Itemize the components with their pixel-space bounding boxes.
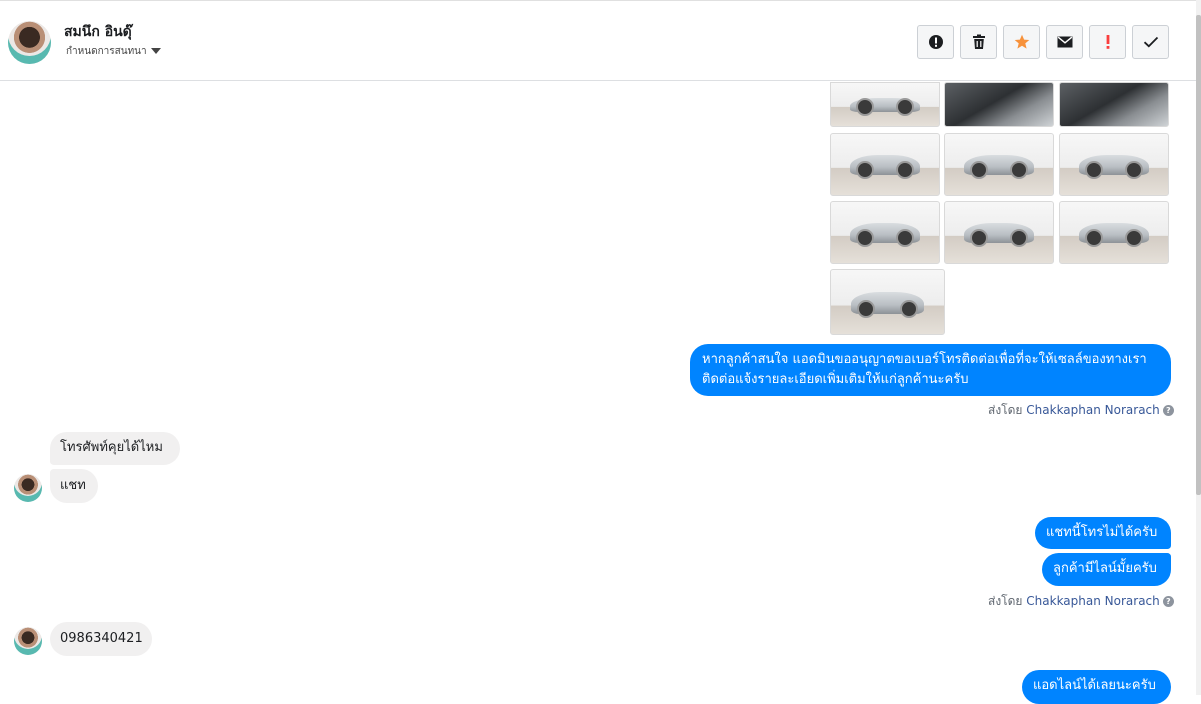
outgoing-message: ลูกค้ามีไลน์มั้ยครับ xyxy=(1042,553,1171,586)
conversation-header: สมนึก อินดุ๊ กำหนดการสนทนา xyxy=(0,0,1196,81)
schedule-label: กำหนดการสนทนา xyxy=(66,46,147,56)
car-interior-photo[interactable] xyxy=(1059,82,1169,127)
outgoing-message: แอดไลน์ได้เลยนะครับ xyxy=(1022,670,1171,704)
sent-by-prefix: ส่งโดย xyxy=(988,403,1023,417)
outgoing-message: แชทนี้โทรไม่ได้ครับ xyxy=(1035,517,1171,549)
avatar[interactable] xyxy=(14,474,42,502)
car-photo[interactable] xyxy=(1059,201,1169,264)
car-photo[interactable] xyxy=(830,201,940,264)
car-photo[interactable] xyxy=(1059,133,1169,196)
priority-button[interactable] xyxy=(1089,25,1126,59)
incoming-message: โทรศัพท์คุยได้ไหม xyxy=(50,432,180,465)
sent-by-label: ส่งโดย Chakkaphan Norarach? xyxy=(988,592,1174,611)
mark-spam-button[interactable] xyxy=(917,25,954,59)
mark-done-button[interactable] xyxy=(1132,25,1169,59)
sender-name-link[interactable]: Chakkaphan Norarach xyxy=(1026,594,1159,608)
conversation-schedule-dropdown[interactable]: กำหนดการสนทนา xyxy=(66,44,161,56)
exclamation-icon xyxy=(1106,35,1109,49)
checkmark-icon xyxy=(1143,36,1158,48)
avatar[interactable] xyxy=(8,21,51,64)
sent-by-prefix: ส่งโดย xyxy=(988,594,1023,608)
mark-unread-button[interactable] xyxy=(1046,25,1083,59)
car-photo[interactable] xyxy=(944,133,1054,196)
incoming-message: แชท xyxy=(50,469,98,503)
sender-name-link[interactable]: Chakkaphan Norarach xyxy=(1026,403,1159,417)
star-icon xyxy=(1014,34,1029,49)
help-icon[interactable]: ? xyxy=(1162,596,1174,607)
car-photo[interactable] xyxy=(830,269,945,335)
help-icon[interactable]: ? xyxy=(1162,405,1174,416)
envelope-icon xyxy=(1057,36,1072,48)
outgoing-message: หากลูกค้าสนใจ แอดมินขออนุญาตขอเบอร์โทรติ… xyxy=(690,344,1171,396)
car-interior-photo[interactable] xyxy=(944,82,1054,127)
car-photo[interactable] xyxy=(830,133,940,196)
scrollbar-thumb[interactable] xyxy=(1196,15,1201,495)
car-photo[interactable] xyxy=(830,82,940,127)
contact-name[interactable]: สมนึก อินดุ๊ xyxy=(64,21,132,43)
car-photo[interactable] xyxy=(944,201,1054,264)
avatar[interactable] xyxy=(14,627,42,655)
caret-down-icon xyxy=(150,48,161,54)
trash-icon xyxy=(972,34,985,49)
incoming-message: 0986340421 xyxy=(50,622,152,656)
star-button[interactable] xyxy=(1003,25,1040,59)
delete-button[interactable] xyxy=(960,25,997,59)
sent-by-label: ส่งโดย Chakkaphan Norarach? xyxy=(988,401,1174,420)
alert-circle-icon xyxy=(928,35,943,49)
